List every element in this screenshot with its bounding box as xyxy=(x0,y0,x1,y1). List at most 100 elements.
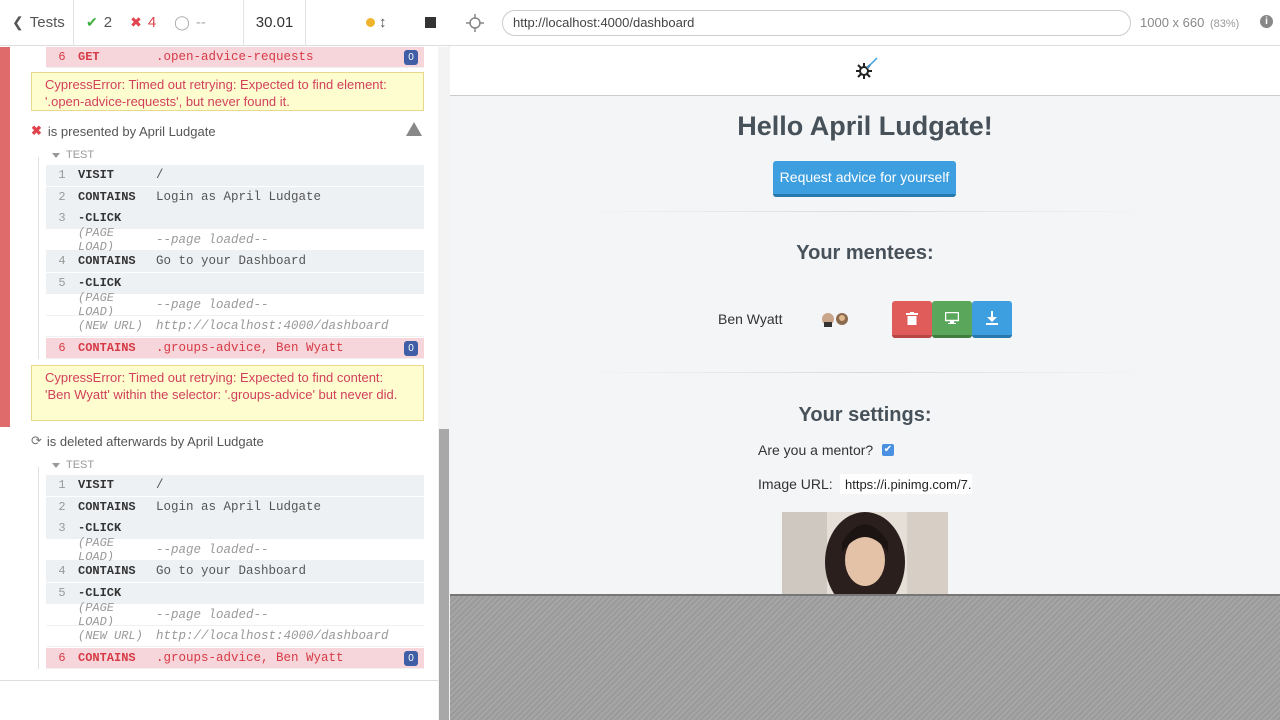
app-frame: Hello April Ludgate! Request advice for … xyxy=(450,47,1280,594)
command-number: 4 xyxy=(58,564,66,578)
tests-button[interactable]: ❮ Tests xyxy=(0,0,74,46)
mentor-checkbox[interactable]: ✔ xyxy=(882,444,894,456)
test-label-text: TEST xyxy=(66,459,95,471)
command-row[interactable]: 2 CONTAINS Login as April Ludgate xyxy=(46,187,424,208)
divider xyxy=(580,211,1150,212)
divider xyxy=(580,372,1150,373)
command-message: Go to your Dashboard xyxy=(156,254,307,268)
command-number: 6 xyxy=(58,651,66,665)
error-message[interactable]: CypressError: Timed out retrying: Expect… xyxy=(31,72,424,111)
command-row[interactable]: (PAGE LOAD) --page loaded-- xyxy=(46,226,424,254)
command-name: VISIT xyxy=(78,168,115,182)
caret-down-icon xyxy=(52,462,60,468)
reporter-scrollbar[interactable] xyxy=(438,47,450,720)
selector-playground-icon[interactable] xyxy=(466,14,484,32)
viewport-size: 1000 x 660 xyxy=(1140,15,1205,30)
command-tree-line xyxy=(38,157,39,360)
test-label-text: TEST xyxy=(66,149,95,161)
tests-label: Tests xyxy=(29,14,65,31)
command-row[interactable]: 6 GET .open-advice-requests 0 xyxy=(46,47,424,68)
monitor-icon xyxy=(945,312,959,324)
command-number: 1 xyxy=(58,168,66,182)
command-message: --page loaded-- xyxy=(156,543,269,557)
command-row[interactable]: 6 CONTAINS .groups-advice, Ben Wyatt 0 xyxy=(46,338,424,359)
request-advice-button[interactable]: Request advice for yourself xyxy=(773,161,956,197)
duration: 30.01 xyxy=(244,0,306,46)
command-name: GET xyxy=(78,50,100,64)
command-message: --page loaded-- xyxy=(156,298,269,312)
command-name: -CLICK xyxy=(78,211,122,225)
pending-stat: ◯ -- xyxy=(174,14,206,31)
command-row[interactable]: (NEW URL) http://localhost:4000/dashboard xyxy=(46,626,424,647)
command-row[interactable]: 6 CONTAINS .groups-advice, Ben Wyatt 0 xyxy=(46,648,424,669)
scrollbar-thumb[interactable] xyxy=(439,429,449,720)
passed-stat: ✔ 2 xyxy=(86,14,112,31)
command-message: Go to your Dashboard xyxy=(156,564,307,578)
page-title: Hello April Ludgate! xyxy=(737,111,993,141)
command-row[interactable]: 4 CONTAINS Go to your Dashboard xyxy=(46,251,424,272)
command-message: --page loaded-- xyxy=(156,608,269,622)
error-message[interactable]: CypressError: Timed out retrying: Expect… xyxy=(31,365,424,421)
url-bar[interactable]: http://localhost:4000/dashboard xyxy=(502,10,1131,36)
failed-count: 4 xyxy=(147,14,157,31)
command-row[interactable]: 1 VISIT / xyxy=(46,165,424,186)
command-message: Login as April Ludgate xyxy=(156,500,322,514)
command-message: Login as April Ludgate xyxy=(156,190,322,204)
trash-icon xyxy=(906,311,918,325)
command-row[interactable]: (PAGE LOAD) --page loaded-- xyxy=(46,601,424,629)
command-number: 2 xyxy=(58,500,66,514)
command-row[interactable]: (PAGE LOAD) --page loaded-- xyxy=(46,291,424,319)
settings-heading: Your settings: xyxy=(798,404,932,426)
pending-circle-icon: ◯ xyxy=(174,14,190,30)
command-row[interactable]: 4 CONTAINS Go to your Dashboard xyxy=(46,561,424,582)
command-name: (NEW URL) xyxy=(78,319,143,333)
command-row[interactable]: (NEW URL) http://localhost:4000/dashboard xyxy=(46,316,424,337)
command-message: http://localhost:4000/dashboard xyxy=(156,629,389,643)
command-message: .open-advice-requests xyxy=(156,50,314,64)
reporter-body: 6 GET .open-advice-requests 0 CypressErr… xyxy=(0,47,438,680)
reporter-header: ❮ Tests ✔ 2 ✖ 4 ◯ -- 30.01 ↕ xyxy=(0,0,450,46)
runner-toolbar: http://localhost:4000/dashboard 1000 x 6… xyxy=(450,0,1280,46)
image-url-input[interactable] xyxy=(840,474,972,494)
command-name: CONTAINS xyxy=(78,500,136,514)
test-section-label[interactable]: TEST xyxy=(52,149,94,161)
viewport-backdrop xyxy=(450,594,1280,720)
fail-indicator xyxy=(0,47,10,427)
command-name: -CLICK xyxy=(78,521,122,535)
command-row[interactable]: (PAGE LOAD) --page loaded-- xyxy=(46,536,424,564)
command-row[interactable]: 1 VISIT / xyxy=(46,475,424,496)
check-icon: ✔ xyxy=(86,14,98,30)
profile-image xyxy=(782,512,948,594)
command-message: http://localhost:4000/dashboard xyxy=(156,319,389,333)
auto-scroll-toggle[interactable]: ↕ xyxy=(366,14,387,31)
test-title[interactable]: ✖ is presented by April Ludgate xyxy=(31,123,216,139)
command-name: -CLICK xyxy=(78,586,122,600)
warning-icon xyxy=(406,122,422,136)
command-number: 5 xyxy=(58,276,66,290)
delete-mentee-button[interactable] xyxy=(892,301,932,338)
pending-count: -- xyxy=(195,14,206,31)
command-name: (NEW URL) xyxy=(78,629,143,643)
logo-icon[interactable] xyxy=(848,55,880,87)
command-message: .groups-advice, Ben Wyatt xyxy=(156,651,344,665)
view-mentee-button[interactable] xyxy=(932,301,972,338)
command-name: (PAGE LOAD) xyxy=(78,291,115,319)
updown-arrow-icon: ↕ xyxy=(379,14,387,31)
command-name: CONTAINS xyxy=(78,254,136,268)
info-icon[interactable]: i xyxy=(1260,15,1273,28)
test-stats: ✔ 2 ✖ 4 ◯ -- xyxy=(74,0,244,46)
test-section-label[interactable]: TEST xyxy=(52,459,94,471)
command-number: 2 xyxy=(58,190,66,204)
stop-icon[interactable] xyxy=(425,17,436,28)
test-title-text: is deleted afterwards by April Ludgate xyxy=(46,433,264,449)
download-mentee-button[interactable] xyxy=(972,301,1012,338)
mentee-avatars xyxy=(822,313,848,327)
command-name: VISIT xyxy=(78,478,115,492)
x-icon: ✖ xyxy=(130,14,142,30)
element-count-badge: 0 xyxy=(404,50,418,65)
command-message: --page loaded-- xyxy=(156,233,269,247)
command-name: -CLICK xyxy=(78,276,122,290)
test-title[interactable]: ⟳ is deleted afterwards by April Ludgate xyxy=(31,433,264,449)
command-number: 3 xyxy=(58,521,66,535)
command-row[interactable]: 2 CONTAINS Login as April Ludgate xyxy=(46,497,424,518)
